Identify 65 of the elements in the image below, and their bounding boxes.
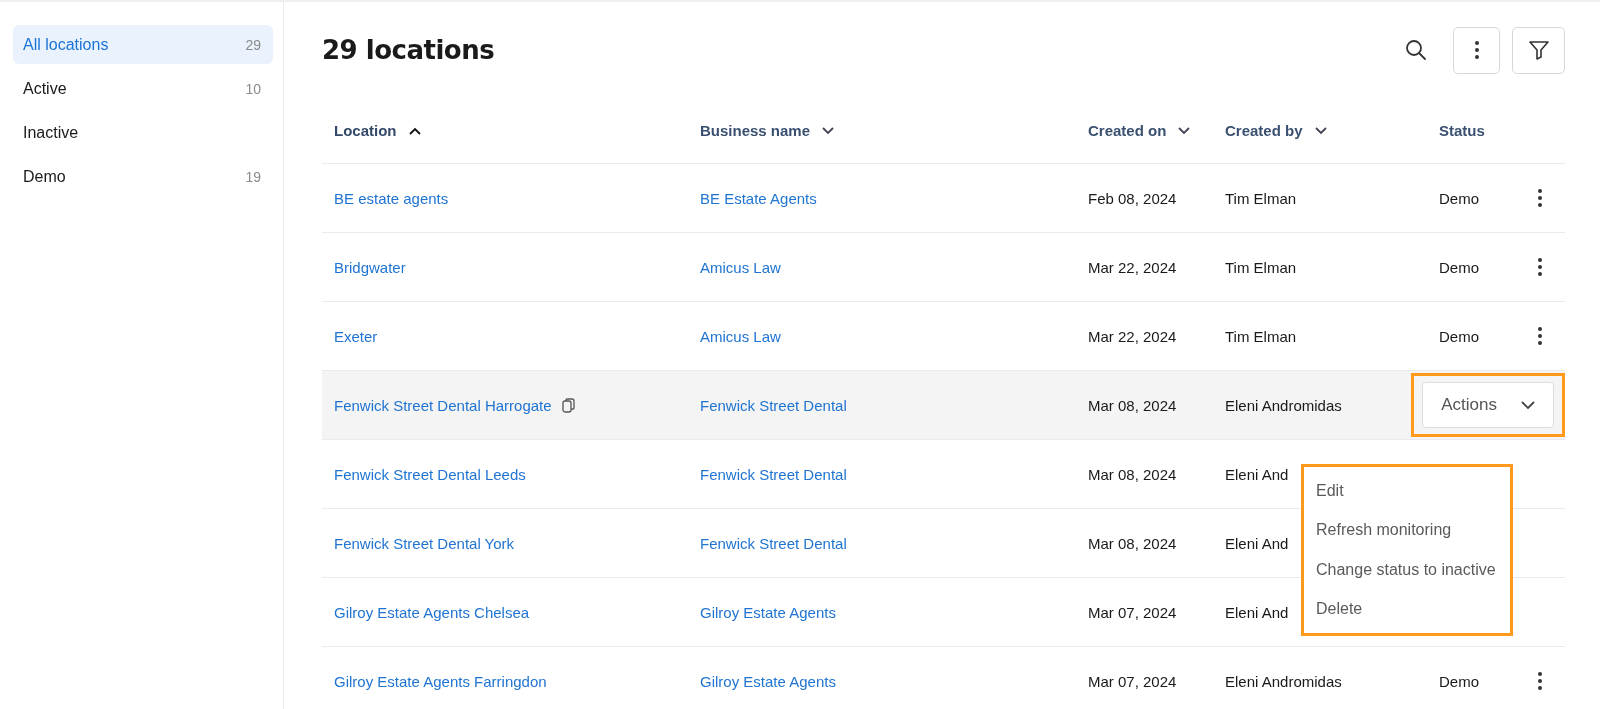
business-link[interactable]: Amicus Law	[700, 327, 781, 345]
location-link[interactable]: Gilroy Estate Agents Chelsea	[334, 603, 530, 621]
column-header[interactable]: Created on	[1088, 122, 1167, 139]
sidebar-item[interactable]: Active 10	[13, 69, 273, 108]
actions-button[interactable]: Actions	[1422, 382, 1554, 428]
sidebar-item[interactable]: Inactive	[13, 113, 273, 152]
location-link[interactable]: Fenwick Street Dental Harrogate	[334, 396, 552, 414]
table-cell: Mar 07, 2024	[1088, 603, 1177, 621]
column-header[interactable]: Created by	[1225, 122, 1303, 139]
location-link[interactable]: Bridgwater	[334, 258, 406, 276]
business-link[interactable]: Gilroy Estate Agents	[700, 603, 836, 621]
copy-icon[interactable]	[561, 397, 575, 413]
business-link[interactable]: Gilroy Estate Agents	[700, 672, 836, 690]
business-link[interactable]: Fenwick Street Dental	[700, 465, 847, 483]
status-text: Demo	[1439, 258, 1479, 276]
business-link[interactable]: BE Estate Agents	[700, 189, 817, 207]
menu-item[interactable]: Delete	[1304, 600, 1510, 619]
table-cell: Mar 22, 2024	[1088, 327, 1177, 345]
business-link[interactable]: Fenwick Street Dental	[700, 396, 847, 414]
caret-down-icon	[1521, 400, 1535, 410]
column-header[interactable]: Business name	[700, 122, 811, 139]
caret-down-icon[interactable]	[1178, 126, 1191, 135]
sidebar-item[interactable]: All locations 29	[13, 25, 273, 64]
business-link[interactable]: Fenwick Street Dental	[700, 534, 847, 552]
sidebar-item[interactable]: Demo 19	[13, 157, 273, 196]
table-cell: Eleni And	[1225, 534, 1289, 552]
caret-down-icon[interactable]	[1314, 126, 1327, 135]
table-cell: Tim Elman	[1225, 327, 1297, 345]
caret-up-icon[interactable]	[408, 126, 421, 135]
table-cell: Eleni Andromidas	[1225, 396, 1342, 414]
menu-item[interactable]: Edit	[1304, 481, 1510, 500]
filter-icon	[1526, 38, 1551, 62]
status-text: Demo	[1439, 189, 1479, 207]
more-icon[interactable]	[1537, 188, 1543, 208]
column-header: Status	[1439, 122, 1485, 139]
table-cell: Tim Elman	[1225, 189, 1297, 207]
table-cell: Mar 07, 2024	[1088, 672, 1177, 690]
location-link[interactable]: BE estate agents	[334, 189, 449, 207]
menu-item[interactable]: Change status to inactive	[1304, 560, 1510, 579]
business-link[interactable]: Amicus Law	[700, 258, 781, 276]
location-link[interactable]: Fenwick Street Dental Leeds	[334, 465, 526, 483]
table-cell: Mar 08, 2024	[1088, 465, 1177, 483]
table-cell: Tim Elman	[1225, 258, 1297, 276]
more-icon[interactable]	[1537, 671, 1543, 691]
caret-down-icon[interactable]	[822, 126, 835, 135]
table-cell: Eleni Andromidas	[1225, 672, 1342, 690]
location-link[interactable]: Gilroy Estate Agents Farringdon	[334, 672, 547, 690]
menu-item[interactable]: Refresh monitoring	[1304, 521, 1510, 540]
location-link[interactable]: Fenwick Street Dental York	[334, 534, 515, 552]
status-text: Demo	[1439, 327, 1479, 345]
status-text: Demo	[1439, 672, 1479, 690]
more-icon	[1473, 40, 1480, 60]
column-header[interactable]: Location	[334, 122, 397, 139]
table-cell: Mar 08, 2024	[1088, 534, 1177, 552]
more-icon[interactable]	[1537, 257, 1543, 277]
filter-button[interactable]	[1512, 26, 1565, 74]
search-icon[interactable]	[1405, 39, 1427, 61]
table-cell: Eleni And	[1225, 465, 1289, 483]
more-icon[interactable]	[1537, 326, 1543, 346]
table-cell: Feb 08, 2024	[1088, 189, 1177, 207]
table-cell: Eleni And	[1225, 603, 1289, 621]
location-link[interactable]: Exeter	[334, 327, 378, 345]
table-cell: Mar 08, 2024	[1088, 396, 1177, 414]
table-cell: Mar 22, 2024	[1088, 258, 1177, 276]
page-title: 29 locations	[322, 35, 495, 65]
